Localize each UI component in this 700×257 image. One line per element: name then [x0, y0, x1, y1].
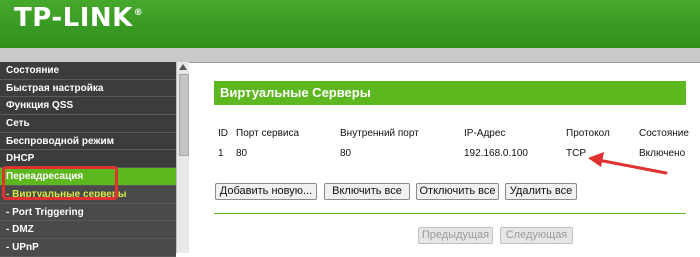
- annotation-arrow-icon: [588, 152, 668, 175]
